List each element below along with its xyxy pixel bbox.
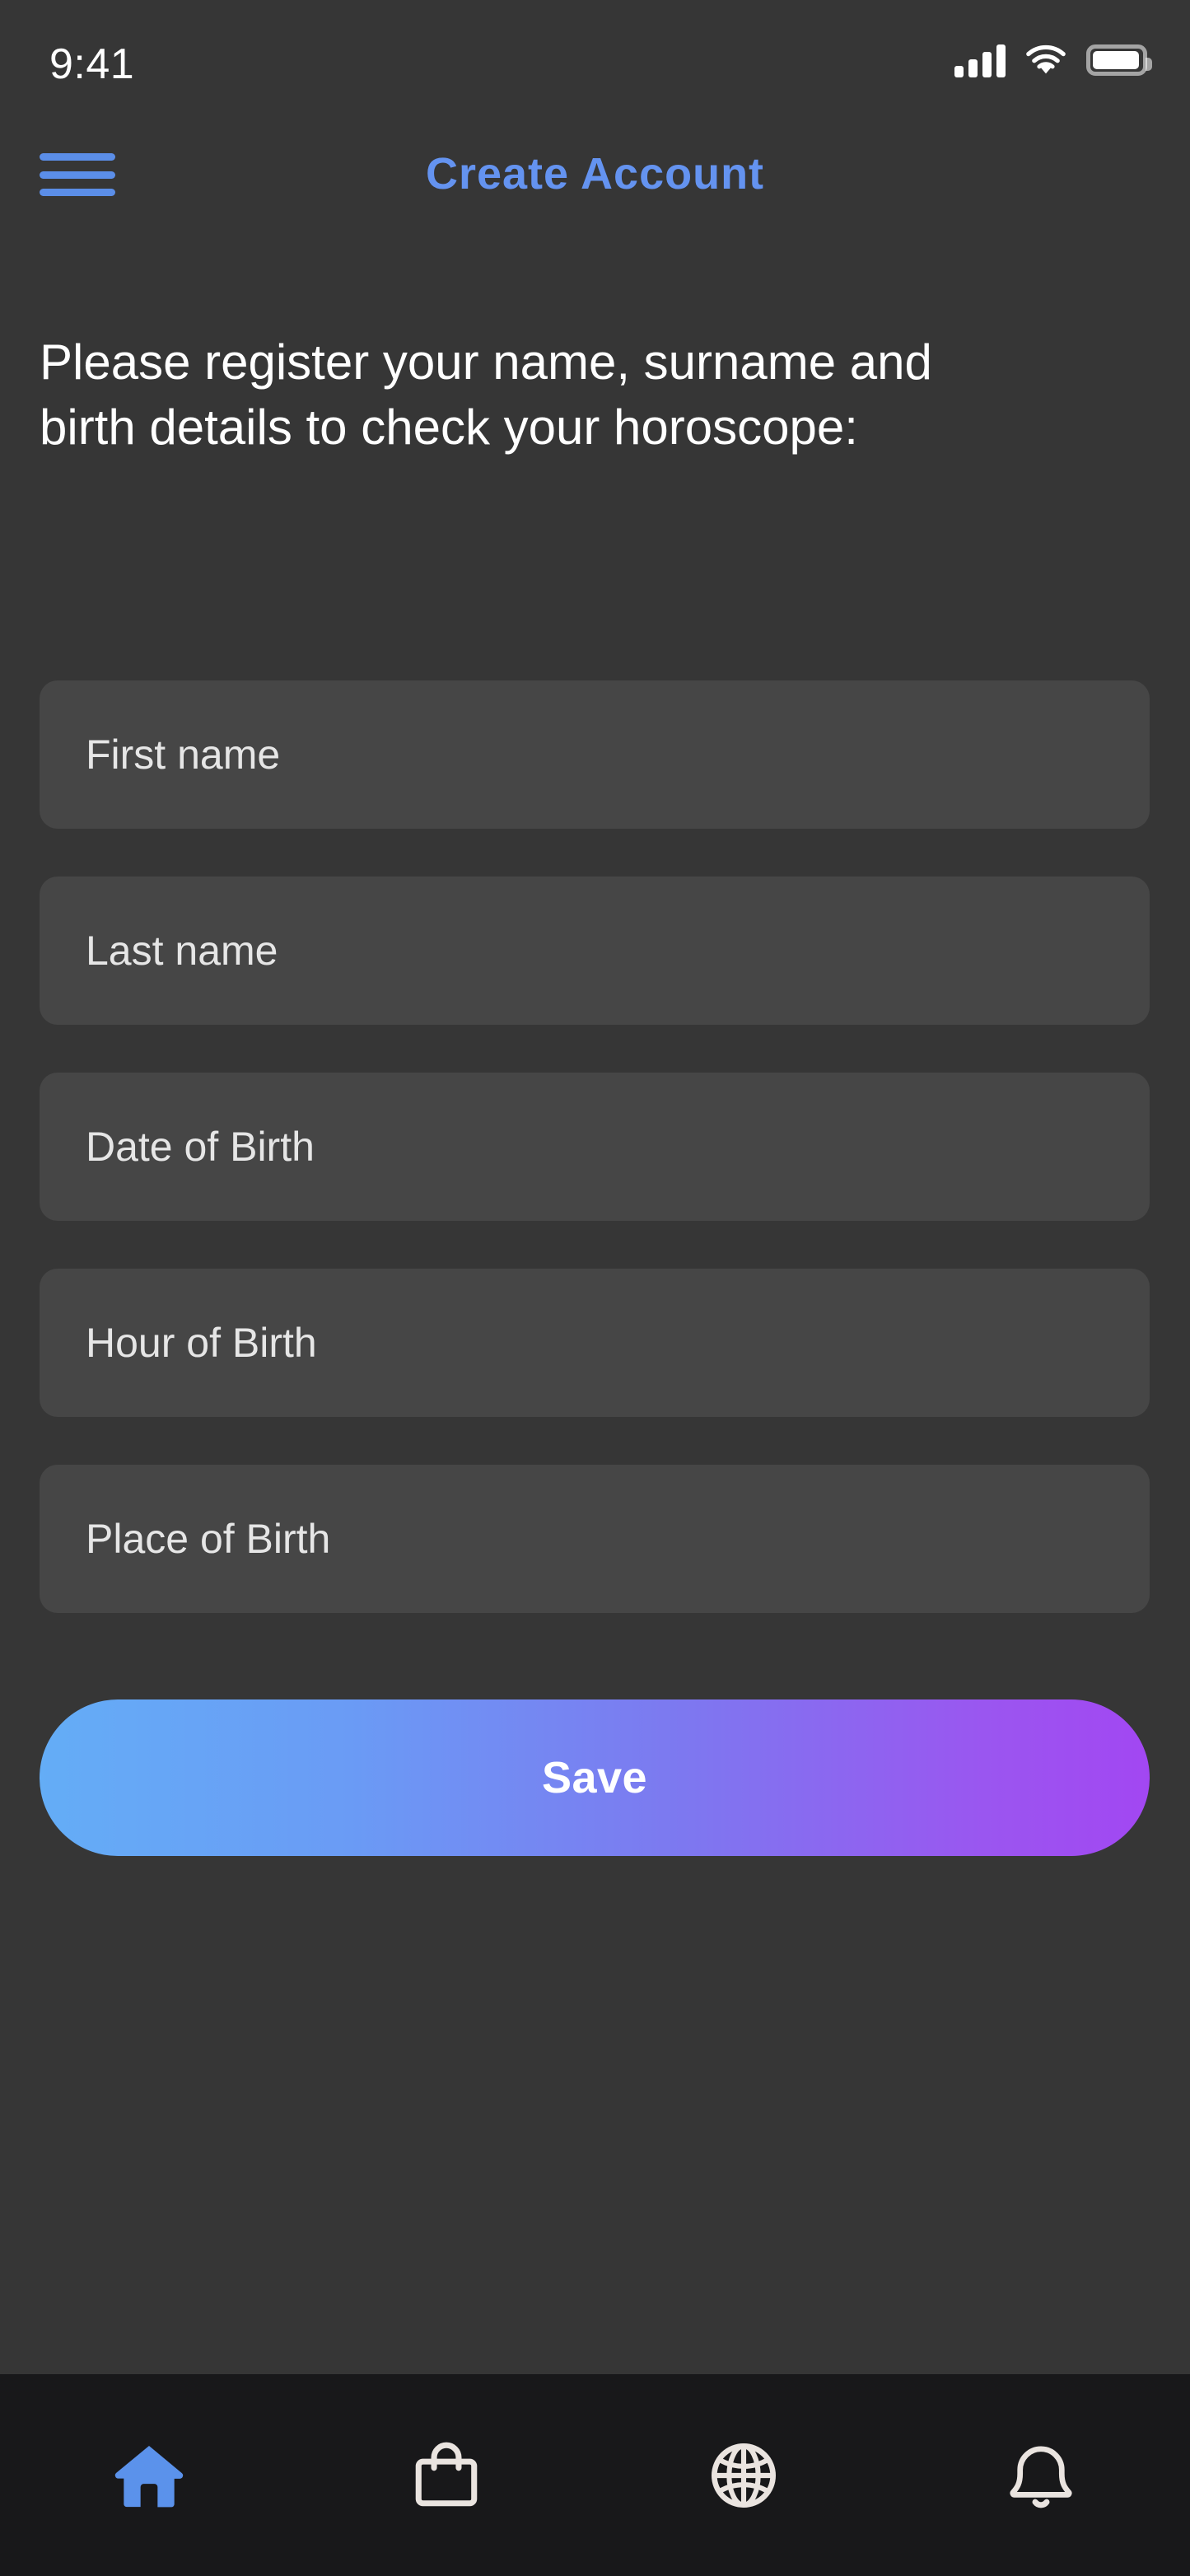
- intro-text: Please register your name, surname and b…: [40, 334, 932, 456]
- bottom-navigation-bar: [0, 2374, 1190, 2576]
- nav-item-notifications[interactable]: [893, 2374, 1190, 2576]
- input-hour-of-birth-label: Hour of Birth: [86, 1320, 317, 1366]
- home-icon: [111, 2438, 187, 2513]
- battery-full-icon: [1086, 44, 1152, 76]
- status-bar-time: 9:41: [49, 40, 135, 88]
- registration-form: First name Last name Date of Birth Hour …: [40, 680, 1150, 1661]
- shopping-bag-icon: [408, 2438, 484, 2513]
- nav-item-shop[interactable]: [297, 2374, 595, 2576]
- save-button[interactable]: Save: [40, 1699, 1150, 1856]
- input-last-name-label: Last name: [86, 928, 278, 974]
- save-button-label: Save: [541, 1753, 648, 1802]
- status-bar-icons: [954, 43, 1152, 77]
- nav-item-home[interactable]: [0, 2374, 297, 2576]
- page-title: Create Account: [425, 149, 765, 199]
- status-bar: 9:41: [0, 0, 1190, 124]
- input-date-of-birth-label: Date of Birth: [86, 1124, 315, 1170]
- input-first-name[interactable]: First name: [40, 680, 1150, 829]
- input-date-of-birth[interactable]: Date of Birth: [40, 1073, 1150, 1221]
- cellular-signal-icon: [954, 43, 1006, 77]
- input-first-name-label: First name: [86, 732, 281, 778]
- app-header: Create Account: [0, 132, 1190, 231]
- input-hour-of-birth[interactable]: Hour of Birth: [40, 1269, 1150, 1417]
- bell-icon: [1003, 2438, 1079, 2513]
- globe-icon: [706, 2438, 782, 2513]
- input-last-name[interactable]: Last name: [40, 877, 1150, 1025]
- input-place-of-birth[interactable]: Place of Birth: [40, 1465, 1150, 1613]
- wifi-icon: [1025, 44, 1066, 77]
- nav-item-explore[interactable]: [595, 2374, 893, 2576]
- input-place-of-birth-label: Place of Birth: [86, 1516, 331, 1562]
- mobile-screen: 9:41 Create Account Please register your…: [0, 0, 1190, 2576]
